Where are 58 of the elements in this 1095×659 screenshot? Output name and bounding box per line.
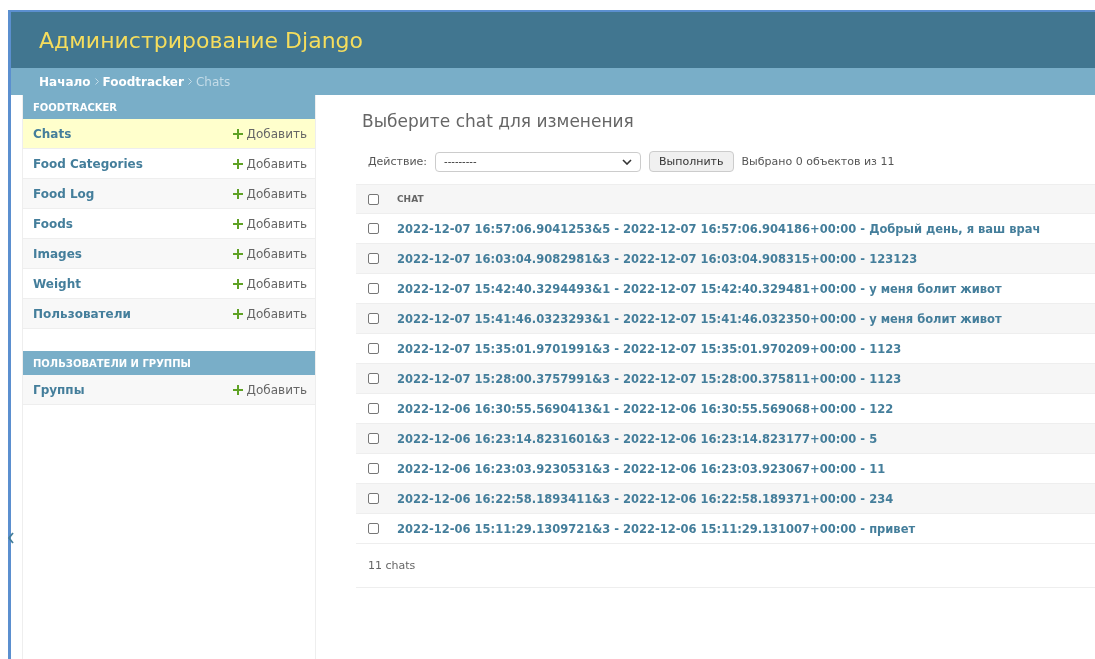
chevron-right-icon: [187, 78, 192, 85]
plus-icon: [232, 188, 243, 199]
model-link[interactable]: Foods: [33, 216, 73, 231]
model-link[interactable]: Weight: [33, 276, 81, 291]
chat-link[interactable]: 2022-12-06 15:11:29.1309721&3 - 2022-12-06 15:11:29.131007+00:00 - привет: [397, 521, 916, 536]
add-link[interactable]: Добавить: [232, 246, 307, 261]
plus-icon: [232, 308, 243, 319]
breadcrumb-link[interactable]: Начало: [39, 74, 91, 89]
checkbox[interactable]: [368, 253, 379, 264]
add-link[interactable]: Добавить: [232, 306, 307, 321]
add-link[interactable]: Добавить: [232, 382, 307, 397]
model-link[interactable]: Food Categories: [33, 156, 143, 171]
plus-icon: [232, 278, 243, 289]
plus-icon: [232, 128, 243, 139]
model-link[interactable]: Food Log: [33, 186, 95, 201]
action-select[interactable]: ---------: [435, 151, 642, 172]
chat-link[interactable]: 2022-12-07 16:57:06.9041253&5 - 2022-12-07 16:57:06.904186+00:00 - Добрый день, я ваш врач: [397, 221, 1041, 236]
selection-counter: Выбрано 0 объектов из 11: [741, 155, 895, 168]
chevron-right-icon: [94, 78, 99, 85]
add-link[interactable]: Добавить: [232, 276, 307, 291]
checkbox[interactable]: [368, 433, 379, 444]
page-title: Выберите chat для изменения: [362, 111, 635, 133]
plus-icon: [232, 248, 243, 259]
checkbox[interactable]: [368, 493, 379, 504]
checkbox[interactable]: [368, 223, 379, 234]
model-link[interactable]: Группы: [33, 382, 85, 397]
model-link[interactable]: Пользователи: [33, 306, 131, 321]
add-link[interactable]: Добавить: [232, 186, 307, 201]
chevron-left-icon[interactable]: [7, 532, 15, 544]
chat-link[interactable]: 2022-12-06 16:30:55.5690413&1 - 2022-12-06 16:30:55.569068+00:00 - 122: [397, 401, 894, 416]
checkbox[interactable]: [368, 463, 379, 474]
checkbox[interactable]: [368, 193, 379, 205]
model-link[interactable]: Chats: [33, 126, 72, 141]
add-link[interactable]: Добавить: [232, 126, 307, 141]
checkbox[interactable]: [368, 403, 379, 414]
action-label: Действие:: [368, 155, 428, 168]
add-link[interactable]: Добавить: [232, 216, 307, 231]
chat-link[interactable]: 2022-12-07 15:35:01.9701991&3 - 2022-12-07 15:35:01.970209+00:00 - 1123: [397, 341, 902, 356]
chat-link[interactable]: 2022-12-07 15:42:40.3294493&1 - 2022-12-07 15:42:40.329481+00:00 - у меня болит живот: [397, 281, 1002, 296]
plus-icon: [232, 384, 243, 395]
model-link[interactable]: Images: [33, 246, 82, 261]
column-header[interactable]: CHAT: [397, 194, 424, 204]
plus-icon: [232, 218, 243, 229]
run-button[interactable]: Выполнить: [649, 151, 734, 172]
module-caption[interactable]: FOODTRACKER: [23, 95, 315, 119]
module-caption[interactable]: ПОЛЬЗОВАТЕЛИ И ГРУППЫ: [23, 351, 315, 375]
checkbox[interactable]: [368, 283, 379, 294]
result-count: 11 chats: [356, 544, 1095, 588]
checkbox[interactable]: [368, 343, 379, 354]
caret-icon: [622, 158, 633, 165]
checkbox[interactable]: [368, 523, 379, 534]
chat-link[interactable]: 2022-12-06 16:23:03.9230531&3 - 2022-12-06 16:23:03.923067+00:00 - 11: [397, 461, 886, 476]
breadcrumb-link[interactable]: Foodtracker: [102, 74, 184, 89]
add-link[interactable]: Добавить: [232, 156, 307, 171]
checkbox[interactable]: [368, 373, 379, 384]
checkbox[interactable]: [368, 313, 379, 324]
site-title[interactable]: Администрирование Django: [39, 27, 363, 53]
plus-icon: [232, 158, 243, 169]
